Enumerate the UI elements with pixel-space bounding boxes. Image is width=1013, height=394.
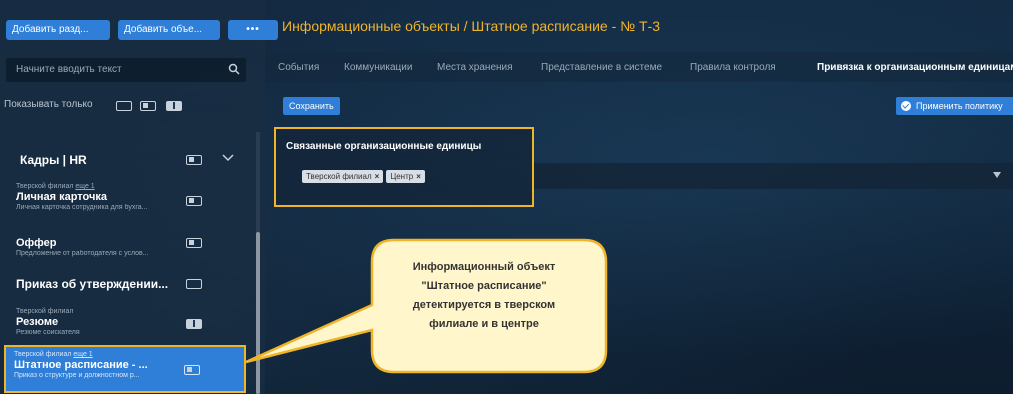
callout-bubble xyxy=(245,238,608,374)
callout-text: Информационный объект "Штатное расписани… xyxy=(412,261,556,330)
